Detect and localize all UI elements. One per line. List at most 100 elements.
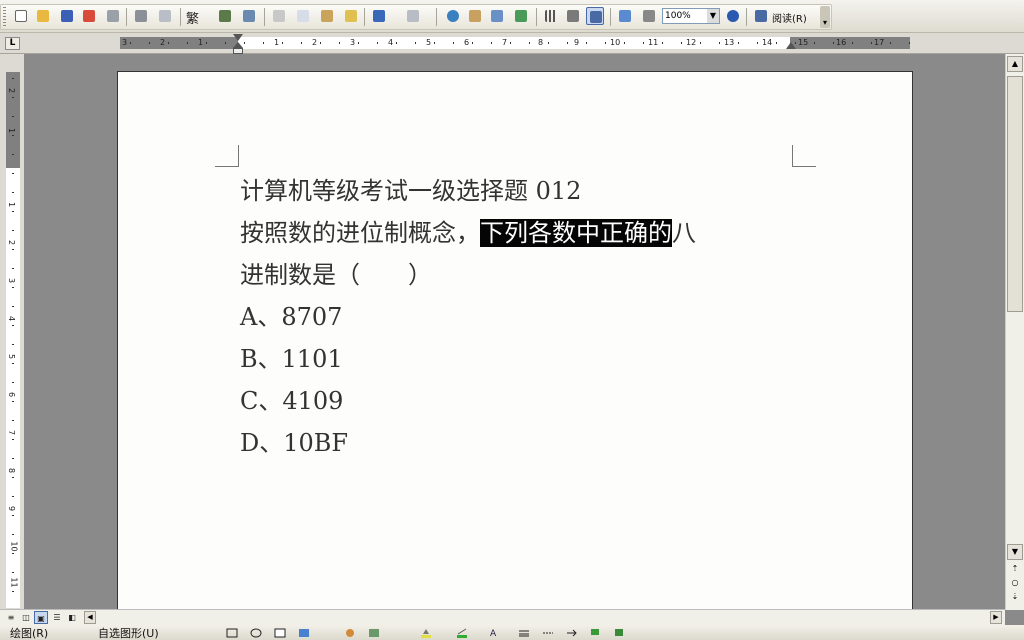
ruler-tick xyxy=(263,42,264,44)
columns-button[interactable] xyxy=(542,7,560,25)
rectangle-tool-icon[interactable] xyxy=(226,628,238,638)
ruler-tick xyxy=(814,42,815,44)
print-icon xyxy=(135,10,147,22)
new-document-icon xyxy=(15,10,27,22)
document-map-button[interactable] xyxy=(586,7,604,25)
right-indent-marker[interactable] xyxy=(786,42,796,49)
traditional-chinese-button[interactable]: 繁 xyxy=(186,8,199,27)
ruler-number: 11 xyxy=(648,38,659,47)
ruler-number: 1 xyxy=(274,38,280,47)
ruler-number: 3 xyxy=(7,277,17,284)
picture-tool-icon[interactable] xyxy=(368,628,380,638)
oval-tool-icon[interactable] xyxy=(250,628,262,638)
ruler-tick xyxy=(225,42,226,44)
open-folder-icon xyxy=(37,10,49,22)
line-style-icon[interactable] xyxy=(518,628,530,638)
ruler-number: 8 xyxy=(7,467,17,474)
arrow-style-icon[interactable] xyxy=(566,628,578,638)
cut-button[interactable] xyxy=(270,7,288,25)
normal-view-button[interactable]: ≡ xyxy=(4,611,18,624)
toolbar-overflow-button[interactable]: ▾ xyxy=(820,6,830,28)
insert-hyperlink-button[interactable] xyxy=(444,7,462,25)
redo-button[interactable] xyxy=(404,7,422,25)
vertical-ruler[interactable]: 2 1 1 2 3 4 5 6 7 8 9 10 11 xyxy=(6,72,20,608)
scroll-up-button[interactable]: ▲ xyxy=(1007,56,1023,72)
ruler-tick xyxy=(529,42,530,44)
scroll-left-button[interactable]: ◀ xyxy=(84,611,96,624)
drawing-icon xyxy=(567,10,579,22)
read-mode-hotkey: (R) xyxy=(792,14,807,25)
toolbar-separator xyxy=(536,8,537,26)
tab-selector[interactable]: L xyxy=(5,37,20,50)
ruler-tick xyxy=(757,42,758,44)
draw-menu-button[interactable]: 绘图(R) xyxy=(10,627,48,640)
wordart-tool-icon[interactable] xyxy=(298,628,310,638)
zoom-select[interactable]: 100% ▼ xyxy=(662,8,720,24)
paragraph-mark-button[interactable] xyxy=(640,7,658,25)
textbox-tool-icon[interactable] xyxy=(274,628,286,638)
text-selection[interactable]: 下列各数中正确的 xyxy=(480,219,672,247)
vertical-scrollbar[interactable]: ▲ ▼ ⇡ ○ ⇣ xyxy=(1005,54,1024,610)
option-d: D、10BF xyxy=(240,429,349,457)
web-view-button[interactable]: ◫ xyxy=(19,611,33,624)
paste-button[interactable] xyxy=(318,7,336,25)
research-button[interactable] xyxy=(240,7,258,25)
outline-view-button[interactable]: ☰ xyxy=(50,611,64,624)
ruler-number: 14 xyxy=(762,38,773,47)
print-layout-view-button[interactable]: ▣ xyxy=(34,611,48,624)
tables-borders-button[interactable] xyxy=(466,7,484,25)
save-button[interactable] xyxy=(58,7,76,25)
redo-icon xyxy=(407,10,419,22)
ruler-tick xyxy=(377,42,378,44)
help-button[interactable] xyxy=(724,7,742,25)
print-preview-button[interactable] xyxy=(156,7,174,25)
left-indent-marker[interactable] xyxy=(233,48,243,54)
reading-view-button[interactable]: ◧ xyxy=(65,611,79,624)
read-mode-button[interactable]: 阅读(R) xyxy=(772,10,807,25)
format-painter-icon xyxy=(345,10,357,22)
svg-text:A: A xyxy=(490,629,497,638)
ruler-tick xyxy=(12,591,14,592)
format-painter-button[interactable] xyxy=(342,7,360,25)
first-line-indent-marker[interactable] xyxy=(233,34,243,41)
insert-table-button[interactable] xyxy=(488,7,506,25)
line-color-icon[interactable] xyxy=(456,628,468,638)
undo-button[interactable] xyxy=(370,7,388,25)
clipart-tool-icon[interactable] xyxy=(344,628,356,638)
shadow-style-icon[interactable] xyxy=(590,628,602,638)
insert-excel-button[interactable] xyxy=(512,7,530,25)
horizontal-scrollbar[interactable]: ≡ ◫ ▣ ☰ ◧ ◀ ▶ xyxy=(0,609,1005,625)
scroll-down-button[interactable]: ▼ xyxy=(1007,544,1023,560)
next-page-button[interactable]: ⇣ xyxy=(1007,590,1023,606)
fill-color-icon[interactable] xyxy=(420,628,432,638)
copy-button[interactable] xyxy=(294,7,312,25)
new-document-button[interactable] xyxy=(12,7,30,25)
ruler-tick xyxy=(434,42,435,44)
ruler-tick xyxy=(244,42,245,44)
autoshapes-menu-button[interactable]: 自选图形(U) xyxy=(98,627,159,640)
font-color-icon[interactable]: A xyxy=(488,628,500,638)
scroll-right-button[interactable]: ▶ xyxy=(990,611,1002,624)
spelling-button[interactable] xyxy=(216,7,234,25)
chevron-down-icon[interactable]: ▼ xyxy=(707,9,719,23)
ruler-tick xyxy=(396,42,397,44)
show-hide-icon xyxy=(619,10,631,22)
document-body[interactable]: 计算机等级考试一级选择题 012 按照数的进位制概念，下列各数中正确的八 进制数… xyxy=(240,170,800,464)
email-button[interactable] xyxy=(104,7,122,25)
open-button[interactable] xyxy=(34,7,52,25)
ruler-tick xyxy=(453,42,454,44)
drawing-button[interactable] xyxy=(564,7,582,25)
ruler-tick xyxy=(909,42,910,44)
ruler-tick xyxy=(890,42,891,44)
3d-style-icon[interactable] xyxy=(614,628,626,638)
permission-button[interactable] xyxy=(80,7,98,25)
read-mode-icon-button[interactable] xyxy=(752,7,770,25)
dash-style-icon[interactable] xyxy=(542,628,554,638)
read-mode-icon xyxy=(755,10,767,22)
ruler-tick xyxy=(472,42,473,44)
print-button[interactable] xyxy=(132,7,150,25)
show-hide-button[interactable] xyxy=(616,7,634,25)
document-page[interactable]: 计算机等级考试一级选择题 012 按照数的进位制概念，下列各数中正确的八 进制数… xyxy=(117,71,913,616)
toolbar-grip[interactable] xyxy=(3,7,6,27)
scroll-thumb[interactable] xyxy=(1007,76,1023,312)
